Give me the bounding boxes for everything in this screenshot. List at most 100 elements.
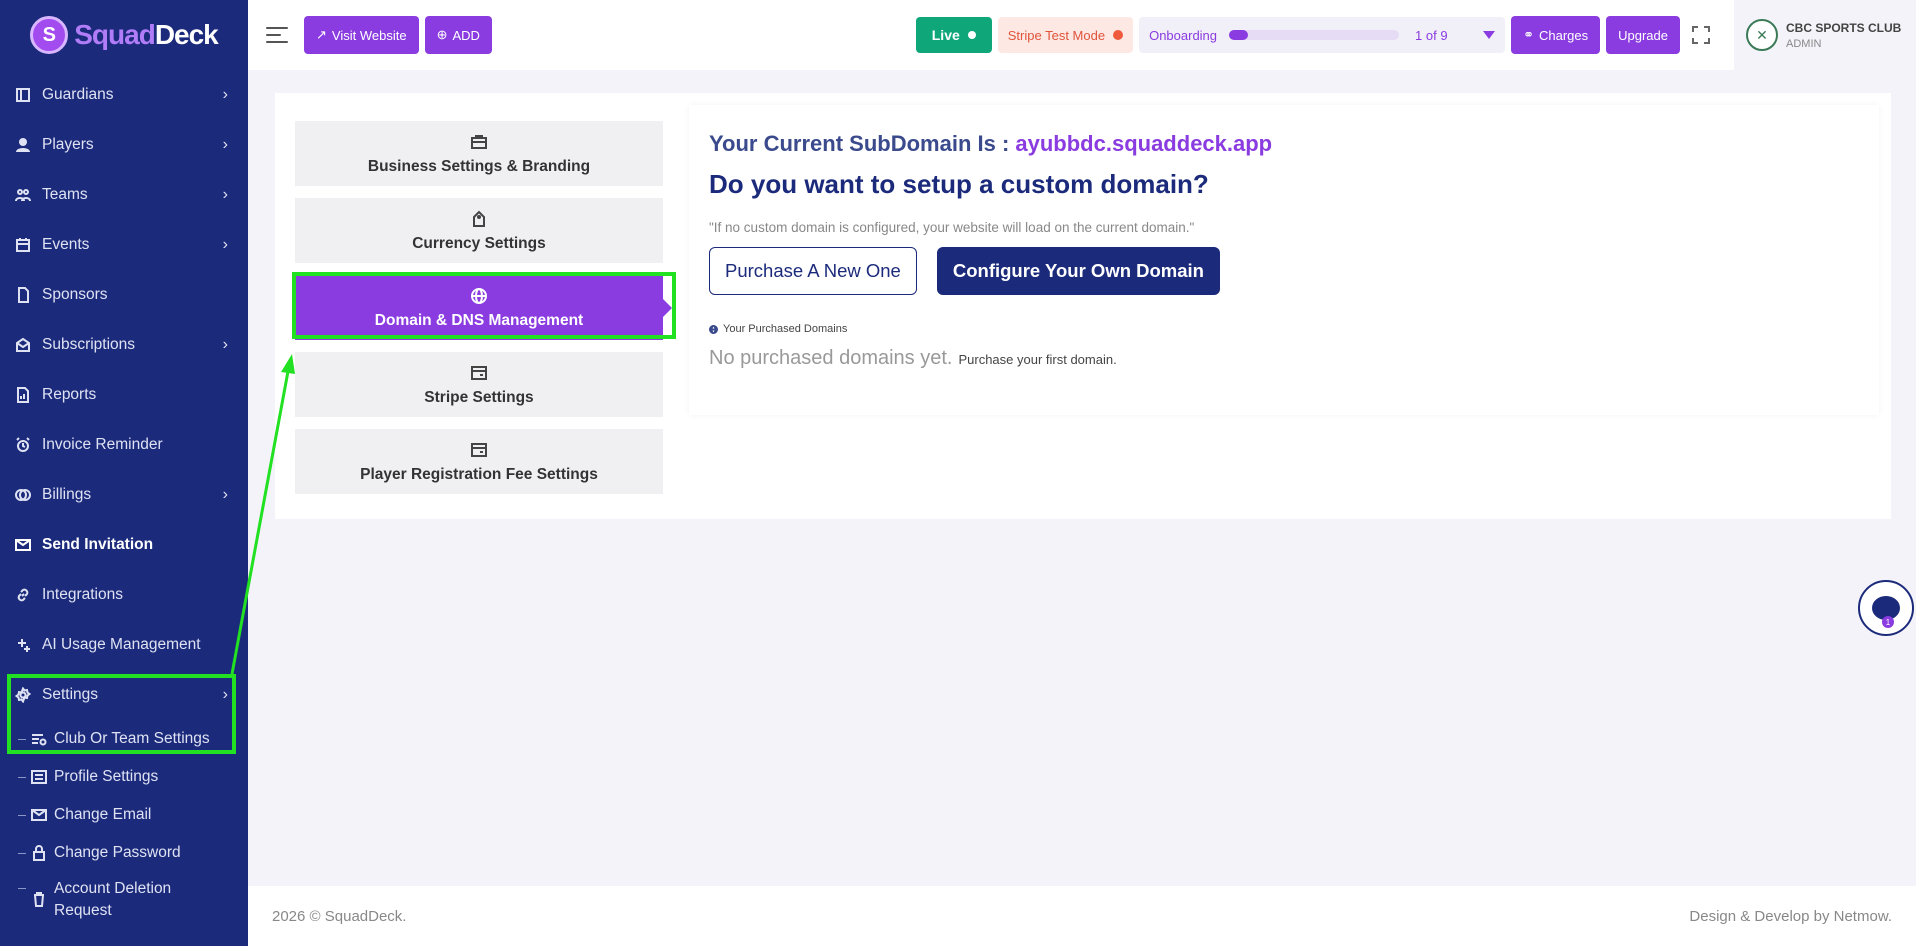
live-dot-icon [967,31,976,39]
tab-label: Business Settings & Branding [367,157,591,175]
sidebar-subitem-account-deletion[interactable]: Account Deletion Request [0,872,248,924]
sidebar-item-sponsors[interactable]: Sponsors [0,270,248,320]
upgrade-button[interactable]: Upgrade [1606,16,1680,54]
sidebar-item-label: Events [42,236,90,253]
onboarding-progress[interactable]: Onboarding 1 of 9 [1139,17,1506,53]
sidebar-item-label: Sponsors [42,286,108,303]
guardians-icon [14,86,32,104]
link-icon: ⚭ [1523,27,1534,42]
sidebar-item-subscriptions[interactable]: Subscriptions › [0,320,248,370]
tab-currency-settings[interactable]: Currency Settings [295,198,663,263]
sidebar-subitem-label: Change Password [54,844,181,861]
sidebar-item-billings[interactable]: Billings › [0,470,248,520]
sidebar-item-integrations[interactable]: Integrations [0,570,248,620]
chat-notification-badge: 1 [1882,616,1894,628]
status-dot-icon [1113,30,1124,40]
custom-domain-heading: Do you want to setup a custom domain? [709,169,1209,199]
link-icon [14,586,32,604]
mail-check-icon [30,806,48,824]
fullscreen-icon[interactable] [1692,26,1710,44]
dash-divider [18,852,26,854]
chevron-right-icon: › [222,86,228,103]
sidebar-item-guardians[interactable]: Guardians › [0,70,248,120]
add-button[interactable]: ⊕ ADD [424,16,492,54]
trash-icon [30,890,48,908]
active-tab-highlight [292,272,676,339]
profile-role: ADMIN [1786,37,1822,50]
profile-card-icon [30,768,48,786]
card-icon [469,363,489,383]
purchase-first-domain-link[interactable]: Purchase your first domain. [958,352,1116,367]
chevron-right-icon: › [222,336,228,353]
tab-label: Currency Settings [412,234,546,252]
profile-menu[interactable]: ✕ CBC SPORTS CLUB ADMIN [1734,0,1916,70]
visit-website-button[interactable]: ↗ Visit Website [304,16,419,54]
sidebar-item-events[interactable]: Events › [0,220,248,270]
tab-business-settings[interactable]: Business Settings & Branding [295,121,663,186]
topbar: ↗ Visit Website ⊕ ADD Live Stripe Test M… [248,0,1916,70]
purchased-domains-text: Your Purchased Domains [723,323,848,335]
upgrade-label: Upgrade [1618,27,1668,43]
sidebar-item-teams[interactable]: Teams › [0,170,248,220]
external-link-icon: ↗ [316,27,327,42]
sidebar-subitem-label: Profile Settings [54,768,159,785]
tab-registration-fee[interactable]: Player Registration Fee Settings [295,429,663,494]
current-subdomain: Your Current SubDomain Is : ayubbdc.squa… [709,131,1859,157]
charges-label: Charges [1538,27,1589,43]
user-icon [14,136,32,154]
configure-domain-button[interactable]: Configure Your Own Domain [936,247,1220,295]
sidebar-nav: Guardians › Players › Teams › Events › S… [0,70,248,720]
tab-label: Stripe Settings [424,388,534,406]
sidebar-item-label: AI Usage Management [42,636,201,653]
footer: 2026 © SquadDeck. Design & Develop by Ne… [248,886,1916,946]
coins-icon [14,486,32,504]
sidebar-item-send-invitation[interactable]: Send Invitation [0,520,248,570]
dash-divider [18,888,26,889]
sidebar-subitem-profile-settings[interactable]: Profile Settings [0,758,248,796]
logo-mark-icon: S [30,16,69,54]
purchased-domains-empty: No purchased domains yet. Purchase your … [709,347,1859,370]
footer-copyright: 2026 © SquadDeck. [272,907,407,925]
logo[interactable]: S SquadDeck [0,0,248,70]
onboarding-label: Onboarding [1149,27,1218,43]
logo-text-deck: Deck [154,19,219,50]
team-icon [14,186,32,204]
sidebar-item-label: Send Invitation [42,536,154,553]
sidebar-item-label: Subscriptions [42,336,136,353]
empty-message: No purchased domains yet. [709,347,953,369]
sidebar: S SquadDeck Guardians › Players › Teams … [0,0,248,946]
chat-widget-button[interactable]: 1 [1858,580,1914,636]
purchase-domain-button[interactable]: Purchase A New One [709,247,917,295]
live-label: Live [931,27,960,43]
tab-stripe-settings[interactable]: Stripe Settings [295,352,663,417]
logo-text-squad: Squad [74,19,156,50]
sidebar-item-players[interactable]: Players › [0,120,248,170]
charges-button[interactable]: ⚭ Charges [1511,16,1601,54]
sidebar-item-reports[interactable]: Reports [0,370,248,420]
sidebar-subitem-change-password[interactable]: Change Password [0,834,248,872]
sidebar-item-label: Teams [42,186,88,203]
mail-send-icon [14,536,32,554]
lock-icon [30,844,48,862]
chevron-right-icon: › [222,236,228,253]
add-label: ADD [452,27,480,43]
stripe-mode-label: Stripe Test Mode [1007,27,1106,43]
live-toggle[interactable]: Live [915,17,992,53]
menu-toggle-icon[interactable] [266,27,288,43]
calendar-icon [14,236,32,254]
chevron-right-icon: › [222,186,228,203]
document-icon [14,286,32,304]
dash-divider [18,776,26,778]
wallet-icon [469,440,489,460]
sidebar-item-label: Players [42,136,94,153]
stripe-test-mode-badge[interactable]: Stripe Test Mode [997,17,1134,53]
visit-website-label: Visit Website [331,27,407,43]
chevron-right-icon: › [222,136,228,153]
caret-down-icon[interactable] [1483,31,1496,39]
sidebar-item-invoice-reminder[interactable]: Invoice Reminder [0,420,248,470]
chevron-right-icon: › [222,486,228,503]
sidebar-subitem-change-email[interactable]: Change Email [0,796,248,834]
domain-actions: Purchase A New One Configure Your Own Do… [709,247,1859,295]
onboarding-progress-fill [1229,30,1248,40]
sidebar-item-ai-usage[interactable]: AI Usage Management [0,620,248,670]
